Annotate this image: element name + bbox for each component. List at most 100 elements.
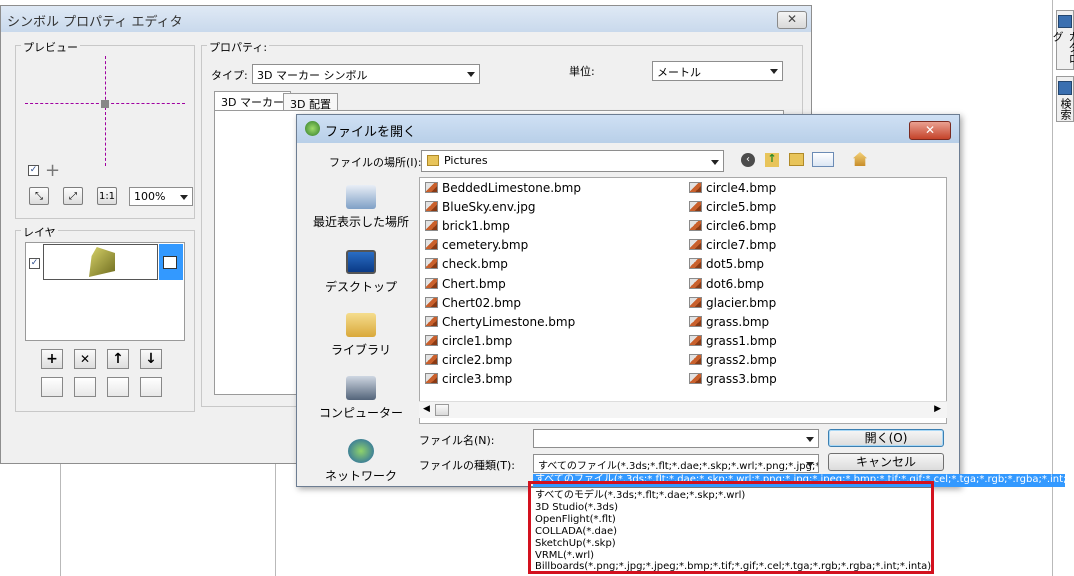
bitmap-file-icon — [425, 296, 438, 308]
view-menu-icon[interactable] — [812, 152, 834, 167]
type-value: 3D マーカー シンボル — [257, 69, 368, 82]
location-select[interactable]: Pictures — [421, 150, 724, 172]
file-item[interactable]: circle7.bmp — [689, 238, 776, 257]
sidebar-tab-label: 検索 — [1059, 98, 1072, 120]
unit-select[interactable]: メートル — [652, 61, 783, 81]
file-name: circle4.bmp — [706, 181, 777, 195]
tag-layer-icon[interactable] — [140, 377, 162, 397]
bitmap-file-icon — [689, 277, 702, 289]
layer-preview-icon — [89, 247, 115, 277]
bitmap-file-icon — [689, 296, 702, 308]
preview-crosshair-vertical — [105, 56, 106, 166]
sidebar-tab-catalog[interactable]: カタログ — [1051, 10, 1074, 70]
move-layer-up-button[interactable]: ↑ — [107, 349, 129, 369]
bitmap-file-icon — [425, 201, 438, 213]
home-icon[interactable] — [853, 152, 867, 166]
layer-properties-icon[interactable] — [163, 256, 177, 269]
file-name: grass2.bmp — [706, 352, 777, 367]
filetype-select[interactable]: すべてのファイル(*.3ds;*.flt;*.dae;*.skp;*.wrl;*… — [533, 454, 819, 473]
file-item[interactable]: check.bmp — [425, 257, 508, 276]
preview-checkbox[interactable]: ✓ — [28, 165, 39, 176]
place-recent[interactable]: 最近表示した場所 — [311, 185, 411, 230]
search-icon — [1058, 81, 1072, 95]
computer-icon — [346, 376, 376, 400]
location-value: Pictures — [444, 154, 488, 167]
file-item[interactable]: circle2.bmp — [425, 353, 512, 372]
tab-3d-placement[interactable]: 3D 配置 — [283, 93, 338, 111]
file-item[interactable]: ChertyLimestone.bmp — [425, 315, 575, 334]
file-item[interactable]: brick1.bmp — [425, 219, 510, 238]
properties-label: プロパティ: — [207, 39, 270, 55]
file-item[interactable]: BeddedLimestone.bmp — [425, 181, 581, 200]
move-layer-down-button[interactable]: ↓ — [140, 349, 162, 369]
zoom-select[interactable]: 100% — [129, 187, 193, 206]
layer-label: レイヤ — [21, 224, 58, 240]
tab-3d-marker[interactable]: 3D マーカー — [214, 91, 291, 111]
file-item[interactable]: dot5.bmp — [689, 257, 764, 276]
place-label: ネットワーク — [324, 469, 397, 481]
sidebar-tab-label: カタログ — [1051, 30, 1074, 64]
file-name: circle1.bmp — [442, 333, 513, 348]
annotation-highlight-box — [528, 481, 934, 574]
zoom-extent-button[interactable]: ⤡ — [29, 187, 49, 205]
place-network[interactable]: ネットワーク — [311, 439, 411, 481]
file-name: check.bmp — [442, 257, 508, 272]
file-item[interactable]: grass3.bmp — [689, 372, 777, 391]
file-item[interactable]: glacier.bmp — [689, 296, 776, 315]
file-item[interactable]: Chert.bmp — [425, 277, 506, 296]
copy-layer-icon[interactable] — [41, 377, 63, 397]
file-name: Chert.bmp — [442, 276, 506, 291]
scroll-left-icon[interactable]: ◀ — [423, 404, 430, 414]
file-item[interactable]: grass1.bmp — [689, 334, 777, 353]
file-item[interactable]: circle1.bmp — [425, 334, 512, 353]
unit-label: 単位: — [569, 65, 595, 78]
import-layer-icon[interactable] — [107, 377, 129, 397]
file-item[interactable]: circle4.bmp — [689, 181, 776, 200]
file-item[interactable]: circle3.bmp — [425, 372, 512, 391]
type-select[interactable]: 3D マーカー シンボル — [252, 64, 480, 84]
file-item[interactable]: Chert02.bmp — [425, 296, 521, 315]
scroll-right-icon[interactable]: ▶ — [934, 404, 941, 414]
cancel-button[interactable]: キャンセル — [828, 453, 944, 471]
paste-layer-icon[interactable] — [74, 377, 96, 397]
background-grid-line — [275, 460, 276, 576]
horizontal-scrollbar[interactable]: ◀ ▶ — [419, 401, 947, 418]
place-computer[interactable]: コンピューター — [311, 376, 411, 421]
delete-layer-button[interactable]: ✕ — [74, 349, 96, 369]
place-libraries[interactable]: ライブラリ — [311, 313, 411, 358]
file-item[interactable]: circle5.bmp — [689, 200, 776, 219]
network-icon — [348, 439, 374, 463]
filename-input[interactable] — [533, 429, 819, 448]
editor-close-button[interactable]: ✕ — [777, 11, 807, 29]
file-name: circle3.bmp — [442, 372, 513, 386]
recent-places-icon — [346, 185, 376, 209]
file-item[interactable]: grass.bmp — [689, 315, 769, 334]
add-layer-button[interactable]: + — [41, 349, 63, 369]
file-name: ChertyLimestone.bmp — [442, 314, 576, 329]
layer-thumbnail[interactable] — [43, 244, 158, 280]
up-folder-icon[interactable]: ↑ — [765, 153, 779, 167]
zoom-actual-button[interactable]: 1:1 — [97, 187, 117, 205]
file-item[interactable]: BlueSky.env.jpg — [425, 200, 535, 219]
open-button[interactable]: 開く(O) — [828, 429, 944, 447]
bitmap-file-icon — [689, 373, 702, 384]
layer-visible-checkbox[interactable]: ✓ — [29, 258, 40, 269]
dialog-close-button[interactable]: ✕ — [909, 121, 951, 140]
zoom-fit-button[interactable]: ⤢ — [63, 187, 83, 205]
file-name: BlueSky.env.jpg — [442, 200, 536, 215]
back-icon[interactable]: ‹ — [741, 153, 755, 167]
file-item[interactable]: grass2.bmp — [689, 353, 777, 372]
chevron-down-icon — [180, 195, 188, 200]
folder-icon — [427, 155, 439, 166]
library-icon — [346, 313, 376, 337]
scrollbar-thumb[interactable] — [435, 404, 449, 416]
bitmap-file-icon — [689, 315, 702, 327]
file-item[interactable]: circle6.bmp — [689, 219, 776, 238]
place-desktop[interactable]: デスクトップ — [311, 250, 411, 295]
file-name: dot5.bmp — [706, 257, 765, 272]
file-item[interactable]: dot6.bmp — [689, 277, 764, 296]
new-folder-icon[interactable] — [789, 153, 804, 166]
editor-title-bar: シンボル プロパティ エディタ ✕ — [1, 6, 811, 32]
sidebar-tab-search[interactable]: 検索 — [1056, 76, 1074, 122]
file-item[interactable]: cemetery.bmp — [425, 238, 528, 257]
